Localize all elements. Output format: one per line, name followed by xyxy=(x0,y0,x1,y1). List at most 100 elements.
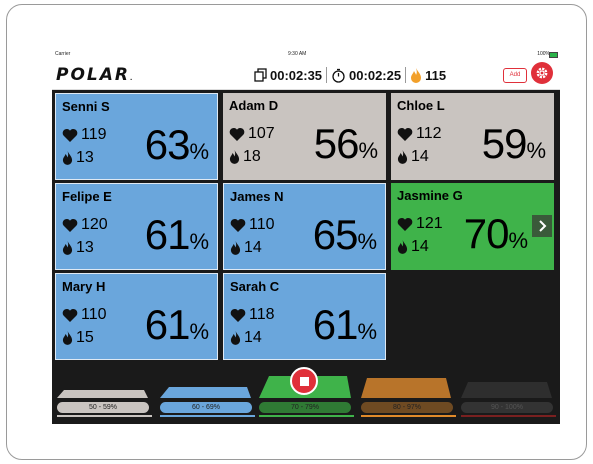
participant-tile[interactable]: Senni S 119 13 63% xyxy=(55,93,218,180)
heart-rate: 110 xyxy=(62,306,107,324)
stop-button[interactable] xyxy=(290,367,318,395)
gear-icon xyxy=(535,66,549,80)
participant-name: Senni S xyxy=(62,99,110,114)
percent-unit: % xyxy=(189,139,209,164)
percent-unit: % xyxy=(526,138,546,163)
participant-name: Felipe E xyxy=(62,189,112,204)
flame-icon xyxy=(410,67,422,83)
zone-block-60-69 xyxy=(160,387,251,398)
percent-unit: % xyxy=(357,319,377,344)
zone-label-80-89: 80 - 97% xyxy=(361,402,453,413)
hr-percent-value: 61 xyxy=(144,211,191,258)
zone-block-80-89 xyxy=(361,378,451,398)
hr-percent-value: 65 xyxy=(312,211,359,258)
zone-label-60-69: 60 - 69% xyxy=(160,402,252,413)
settings-button[interactable] xyxy=(531,62,553,84)
stop-icon xyxy=(299,376,309,386)
heart-icon xyxy=(230,308,249,323)
session-metrics: 00:02:35 00:02:25 115 xyxy=(254,66,446,84)
hr-percent-value: 70 xyxy=(463,210,510,257)
calories: 14 xyxy=(397,148,429,166)
participant-tile[interactable]: Chloe L 112 14 59% xyxy=(391,93,554,180)
hr-percent-value: 61 xyxy=(144,301,191,348)
flame-icon xyxy=(230,241,244,255)
participant-name: Mary H xyxy=(62,279,106,294)
calories-value: 14 xyxy=(411,238,429,255)
zone-progress-70-79 xyxy=(259,415,354,417)
participant-tile[interactable]: James N 110 14 65% xyxy=(223,183,386,270)
participant-tile[interactable]: Sarah C 118 14 61% xyxy=(223,273,386,360)
hr-percent: 63% xyxy=(145,122,209,175)
calories: 14 xyxy=(397,238,429,256)
heart-rate: 110 xyxy=(230,216,275,234)
calories-value: 14 xyxy=(244,329,262,346)
polar-logo: POLAR. xyxy=(56,65,132,85)
heart-icon xyxy=(397,127,416,142)
heart-icon xyxy=(230,218,249,233)
zone-label-70-79: 70 - 79% xyxy=(259,402,351,413)
zone-label-50-59: 50 - 59% xyxy=(57,402,149,413)
chevron-right-icon[interactable] xyxy=(532,215,552,237)
timer-value: 00:02:25 xyxy=(349,67,402,83)
zone-progress-90-100 xyxy=(461,415,556,417)
calories: 13 xyxy=(62,149,94,167)
participant-tile[interactable]: Felipe E 120 13 61% xyxy=(55,183,218,270)
zone-block-50-59 xyxy=(57,390,148,398)
percent-unit: % xyxy=(358,138,378,163)
hr-percent: 70% xyxy=(464,211,528,264)
battery-icon xyxy=(549,52,558,58)
add-button[interactable]: Add xyxy=(503,68,527,83)
flame-icon xyxy=(230,331,244,345)
heart-rate: 120 xyxy=(62,216,108,234)
flame-icon xyxy=(62,241,76,255)
participant-name: Jasmine G xyxy=(397,188,463,203)
hr-percent: 59% xyxy=(482,121,546,174)
calories: 15 xyxy=(62,329,94,347)
participant-name: Chloe L xyxy=(397,98,445,113)
participant-tile[interactable]: Mary H 110 15 61% xyxy=(55,273,218,360)
calories-value: 18 xyxy=(243,148,261,165)
heart-rate-value: 118 xyxy=(249,306,275,323)
percent-unit: % xyxy=(508,228,528,253)
heart-icon xyxy=(229,127,248,142)
participant-name: Adam D xyxy=(229,98,279,113)
calories-value: 13 xyxy=(76,149,94,166)
flame-icon xyxy=(229,150,243,164)
calories-value: 13 xyxy=(76,239,94,256)
calories-total: 115 xyxy=(425,67,447,83)
heart-rate-value: 121 xyxy=(416,215,443,232)
zone-progress-50-59 xyxy=(57,415,152,417)
hr-percent: 56% xyxy=(314,121,378,174)
logo-text: POLAR xyxy=(56,65,130,85)
zone-label-90-100: 90 - 100% xyxy=(461,402,553,413)
calories: 13 xyxy=(62,239,94,257)
copy-icon xyxy=(254,68,267,82)
hr-percent: 61% xyxy=(313,302,377,355)
zone-progress-60-69 xyxy=(160,415,255,417)
divider xyxy=(326,67,328,83)
hr-percent-value: 56 xyxy=(313,120,360,167)
calories-value: 14 xyxy=(411,148,429,165)
heart-rate: 119 xyxy=(62,126,107,144)
heart-rate-value: 112 xyxy=(416,125,442,142)
heart-rate-value: 110 xyxy=(249,216,275,233)
logo-mark: . xyxy=(130,75,133,82)
hr-percent: 61% xyxy=(145,212,209,265)
heart-icon xyxy=(62,218,81,233)
heart-rate: 121 xyxy=(397,215,443,233)
calories: 18 xyxy=(229,148,261,166)
divider xyxy=(405,67,407,83)
hr-percent-value: 59 xyxy=(481,120,528,167)
heart-icon xyxy=(397,217,416,232)
heart-icon xyxy=(62,128,81,143)
app-screen: Carrier 9:30 AM 100% POLAR. 00:02:35 00:… xyxy=(52,50,560,424)
heart-rate: 118 xyxy=(230,306,275,324)
hr-percent-value: 61 xyxy=(312,301,359,348)
heart-rate: 112 xyxy=(397,125,442,143)
hr-percent: 65% xyxy=(313,212,377,265)
zone-bar: 50 - 59% 60 - 69% 70 - 79% 80 - 97% 90 -… xyxy=(52,364,560,424)
heart-rate-value: 110 xyxy=(81,306,107,323)
flame-icon xyxy=(397,150,411,164)
participant-tile[interactable]: Adam D 107 18 56% xyxy=(223,93,386,180)
participant-tile[interactable]: Jasmine G 121 14 70% xyxy=(391,183,554,270)
